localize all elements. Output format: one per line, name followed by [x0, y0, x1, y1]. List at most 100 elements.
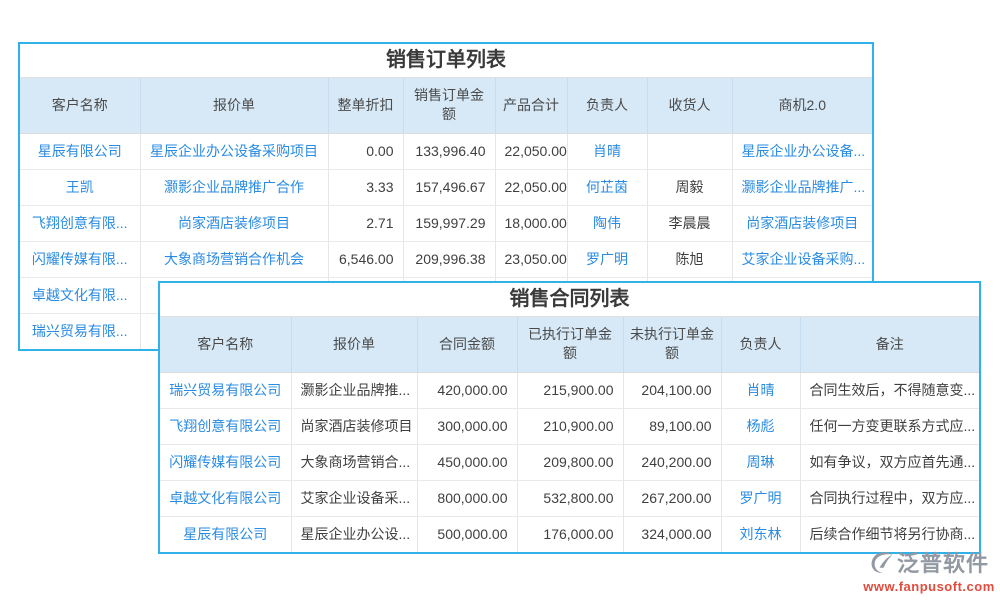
cell-consignee — [647, 133, 732, 169]
cell-quotation[interactable]: 尚家酒店装修项目 — [140, 205, 328, 241]
cell-executed_amount: 176,000.00 — [517, 516, 623, 552]
cell-owner[interactable]: 何芷茵 — [567, 169, 647, 205]
cell-remark: 任何一方变更联系方式应... — [800, 408, 979, 444]
column-header-executed_amount: 已执行订单金额 — [517, 317, 623, 372]
cell-order_amount: 133,996.40 — [403, 133, 495, 169]
cell-contract_amount: 420,000.00 — [417, 372, 517, 408]
cell-unexecuted_amount: 204,100.00 — [623, 372, 721, 408]
cell-executed_amount: 209,800.00 — [517, 444, 623, 480]
cell-owner[interactable]: 肖晴 — [567, 133, 647, 169]
cell-order_amount: 159,997.29 — [403, 205, 495, 241]
cell-remark: 如有争议，双方应首先通... — [800, 444, 979, 480]
cell-executed_amount: 210,900.00 — [517, 408, 623, 444]
table-row[interactable]: 王凯灏影企业品牌推广合作3.33157,496.6722,050.00何芷茵周毅… — [20, 169, 872, 205]
cell-executed_amount: 532,800.00 — [517, 480, 623, 516]
cell-customer[interactable]: 闪耀传媒有限公司 — [160, 444, 291, 480]
cell-customer[interactable]: 星辰有限公司 — [20, 133, 140, 169]
column-header-customer: 客户名称 — [20, 78, 140, 133]
cell-discount: 0.00 — [328, 133, 403, 169]
cell-quotation[interactable]: 星辰企业办公设备采购项目 — [140, 133, 328, 169]
fanpu-brand-name: 泛普软件 — [897, 546, 989, 578]
cell-quotation[interactable]: 大象商场营销合作机会 — [140, 241, 328, 277]
cell-opportunity[interactable]: 星辰企业办公设备... — [732, 133, 872, 169]
table-row[interactable]: 星辰有限公司星辰企业办公设备采购项目0.00133,996.4022,050.0… — [20, 133, 872, 169]
cell-owner[interactable]: 陶伟 — [567, 205, 647, 241]
cell-consignee: 李晨晨 — [647, 205, 732, 241]
column-header-quotation: 报价单 — [291, 317, 417, 372]
table-row[interactable]: 瑞兴贸易有限公司灏影企业品牌推...420,000.00215,900.0020… — [160, 372, 979, 408]
table-row[interactable]: 闪耀传媒有限公司大象商场营销合...450,000.00209,800.0024… — [160, 444, 979, 480]
column-header-order_amount: 销售订单金额 — [403, 78, 495, 133]
cell-quotation: 大象商场营销合... — [291, 444, 417, 480]
column-header-product_total: 产品合计 — [495, 78, 567, 133]
cell-customer[interactable]: 星辰有限公司 — [160, 516, 291, 552]
table-row[interactable]: 卓越文化有限公司艾家企业设备采...800,000.00532,800.0026… — [160, 480, 979, 516]
sales-order-header-row: 客户名称报价单整单折扣销售订单金额产品合计负责人收货人商机2.0 — [20, 78, 872, 133]
cell-consignee: 陈旭 — [647, 241, 732, 277]
column-header-remark: 备注 — [800, 317, 979, 372]
cell-contract_amount: 800,000.00 — [417, 480, 517, 516]
sales-contract-table: 客户名称报价单合同金额已执行订单金额未执行订单金额负责人备注 瑞兴贸易有限公司灏… — [160, 317, 979, 552]
cell-quotation: 星辰企业办公设... — [291, 516, 417, 552]
fanpu-brand-url: www.fanpusoft.com — [860, 579, 998, 594]
cell-opportunity[interactable]: 艾家企业设备采购... — [732, 241, 872, 277]
column-header-quotation: 报价单 — [140, 78, 328, 133]
cell-product_total: 18,000.00 — [495, 205, 567, 241]
sales-contract-table-body: 瑞兴贸易有限公司灏影企业品牌推...420,000.00215,900.0020… — [160, 372, 979, 552]
sales-order-list-title: 销售订单列表 — [20, 44, 872, 78]
cell-contract_amount: 500,000.00 — [417, 516, 517, 552]
cell-owner[interactable]: 周琳 — [721, 444, 800, 480]
cell-contract_amount: 300,000.00 — [417, 408, 517, 444]
cell-owner[interactable]: 罗广明 — [721, 480, 800, 516]
cell-unexecuted_amount: 324,000.00 — [623, 516, 721, 552]
sales-contract-header-row: 客户名称报价单合同金额已执行订单金额未执行订单金额负责人备注 — [160, 317, 979, 372]
cell-customer[interactable]: 卓越文化有限公司 — [160, 480, 291, 516]
column-header-opportunity: 商机2.0 — [732, 78, 872, 133]
cell-product_total: 22,050.00 — [495, 133, 567, 169]
cell-remark: 合同生效后，不得随意变... — [800, 372, 979, 408]
cell-discount: 2.71 — [328, 205, 403, 241]
cell-discount: 3.33 — [328, 169, 403, 205]
cell-owner[interactable]: 刘东林 — [721, 516, 800, 552]
column-header-contract_amount: 合同金额 — [417, 317, 517, 372]
sales-contract-list-panel: 销售合同列表 客户名称报价单合同金额已执行订单金额未执行订单金额负责人备注 瑞兴… — [158, 281, 981, 554]
cell-owner[interactable]: 肖晴 — [721, 372, 800, 408]
cell-unexecuted_amount: 89,100.00 — [623, 408, 721, 444]
cell-customer[interactable]: 瑞兴贸易有限公司 — [160, 372, 291, 408]
sales-contract-list-title: 销售合同列表 — [160, 283, 979, 317]
cell-order_amount: 209,996.38 — [403, 241, 495, 277]
column-header-discount: 整单折扣 — [328, 78, 403, 133]
table-row[interactable]: 闪耀传媒有限...大象商场营销合作机会6,546.00209,996.3823,… — [20, 241, 872, 277]
cell-quotation: 灏影企业品牌推... — [291, 372, 417, 408]
column-header-customer: 客户名称 — [160, 317, 291, 372]
cell-product_total: 22,050.00 — [495, 169, 567, 205]
cell-contract_amount: 450,000.00 — [417, 444, 517, 480]
cell-owner[interactable]: 杨彪 — [721, 408, 800, 444]
cell-customer[interactable]: 飞翔创意有限... — [20, 205, 140, 241]
cell-customer[interactable]: 瑞兴贸易有限... — [20, 313, 140, 349]
cell-executed_amount: 215,900.00 — [517, 372, 623, 408]
cell-customer[interactable]: 王凯 — [20, 169, 140, 205]
table-row[interactable]: 飞翔创意有限公司尚家酒店装修项目300,000.00210,900.0089,1… — [160, 408, 979, 444]
fanpu-logo-icon — [869, 549, 895, 575]
cell-product_total: 23,050.00 — [495, 241, 567, 277]
cell-opportunity[interactable]: 灏影企业品牌推广... — [732, 169, 872, 205]
cell-remark: 合同执行过程中，双方应... — [800, 480, 979, 516]
cell-consignee: 周毅 — [647, 169, 732, 205]
cell-quotation: 尚家酒店装修项目 — [291, 408, 417, 444]
cell-discount: 6,546.00 — [328, 241, 403, 277]
column-header-consignee: 收货人 — [647, 78, 732, 133]
cell-quotation[interactable]: 灏影企业品牌推广合作 — [140, 169, 328, 205]
cell-customer[interactable]: 闪耀传媒有限... — [20, 241, 140, 277]
cell-owner[interactable]: 罗广明 — [567, 241, 647, 277]
column-header-owner: 负责人 — [721, 317, 800, 372]
cell-opportunity[interactable]: 尚家酒店装修项目 — [732, 205, 872, 241]
table-row[interactable]: 飞翔创意有限...尚家酒店装修项目2.71159,997.2918,000.00… — [20, 205, 872, 241]
cell-order_amount: 157,496.67 — [403, 169, 495, 205]
cell-customer[interactable]: 飞翔创意有限公司 — [160, 408, 291, 444]
cell-customer[interactable]: 卓越文化有限... — [20, 277, 140, 313]
table-row[interactable]: 星辰有限公司星辰企业办公设...500,000.00176,000.00324,… — [160, 516, 979, 552]
cell-quotation: 艾家企业设备采... — [291, 480, 417, 516]
column-header-unexecuted_amount: 未执行订单金额 — [623, 317, 721, 372]
cell-unexecuted_amount: 267,200.00 — [623, 480, 721, 516]
